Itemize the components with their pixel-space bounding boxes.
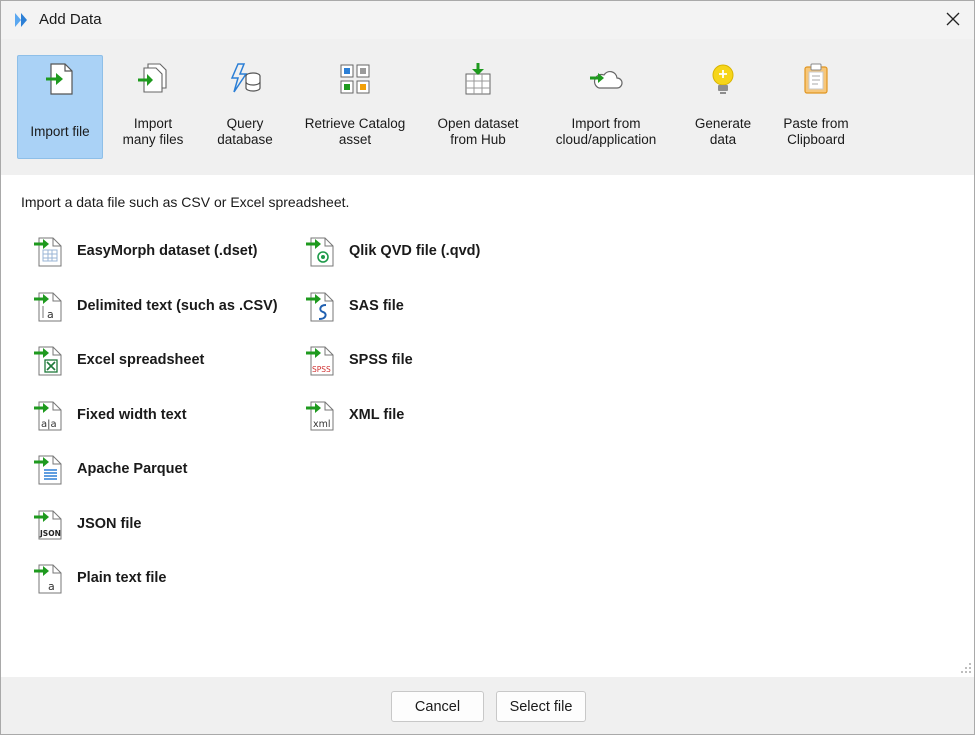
csv-file-icon: a	[34, 292, 62, 322]
fixed-width-file-icon: a|a	[34, 401, 62, 431]
file-type-label: XML file	[349, 407, 405, 423]
window-title: Add Data	[39, 11, 102, 28]
file-type-label: Apache Parquet	[77, 461, 188, 477]
file-type-fixed-width[interactable]: a|a Fixed width text	[33, 395, 187, 435]
xml-icon-glyph: xml	[313, 419, 331, 430]
file-type-excel[interactable]: Excel spreadsheet	[33, 340, 204, 380]
file-type-label: JSON file	[77, 516, 142, 532]
ribbon-button-label: Paste from Clipboard	[783, 116, 849, 147]
app-logo-icon	[15, 13, 27, 27]
file-type-label: Fixed width text	[77, 407, 187, 423]
ribbon-button-label: Query database	[217, 116, 273, 147]
file-type-label: Plain text file	[77, 570, 167, 586]
file-type-qvd[interactable]: Qlik QVD file (.qvd)	[305, 231, 480, 271]
lightbulb-icon	[706, 62, 740, 96]
ribbon-button-label: Open dataset from Hub	[437, 116, 519, 147]
ribbon-paste-clipboard-button[interactable]: Paste from Clipboard	[775, 55, 857, 159]
import-file-icon	[43, 62, 77, 96]
spss-file-icon: SPSS	[306, 346, 334, 376]
file-type-dset[interactable]: EasyMorph dataset (.dset)	[33, 231, 258, 271]
ribbon-button-label: Generate data	[694, 116, 752, 147]
ribbon-button-label: Retrieve Catalog asset	[304, 116, 406, 147]
file-type-label: Delimited text (such as .CSV)	[77, 298, 278, 314]
ribbon-import-many-files-button[interactable]: Import many files	[113, 55, 193, 159]
text-icon-glyph: a	[48, 580, 55, 593]
add-data-dialog: Add Data Import file Import many files Q…	[0, 0, 975, 735]
section-description: Import a data file such as CSV or Excel …	[21, 194, 350, 210]
cloud-import-icon	[589, 62, 623, 96]
dset-file-icon	[34, 237, 62, 267]
spss-icon-glyph: SPSS	[312, 365, 331, 374]
file-type-json[interactable]: JSON JSON file	[33, 504, 141, 544]
ribbon-button-label: Import file	[30, 124, 90, 139]
import-many-files-icon	[136, 62, 170, 96]
source-type-ribbon: Import file Import many files Query data…	[1, 39, 974, 175]
file-type-label: EasyMorph dataset (.dset)	[77, 243, 258, 259]
ribbon-open-hub-dataset-button[interactable]: Open dataset from Hub	[431, 55, 525, 159]
ribbon-query-database-button[interactable]: Query database	[205, 55, 285, 159]
fixed-width-icon-glyph: a|a	[41, 419, 57, 430]
cancel-button[interactable]: Cancel	[391, 691, 484, 722]
title-bar: Add Data	[1, 1, 974, 39]
close-icon	[946, 12, 960, 26]
csv-icon-glyph: a	[47, 308, 54, 321]
text-file-icon: a	[34, 564, 62, 594]
close-button[interactable]	[936, 3, 970, 35]
clipboard-icon	[799, 62, 833, 96]
xml-file-icon: xml	[306, 401, 334, 431]
query-database-icon	[228, 62, 262, 96]
json-icon-glyph: JSON	[39, 529, 61, 538]
file-type-xml[interactable]: xml XML file	[305, 395, 404, 435]
sas-file-icon	[306, 292, 334, 322]
resize-grip-icon[interactable]	[960, 662, 972, 674]
parquet-file-icon	[34, 455, 62, 485]
file-type-delimited[interactable]: a Delimited text (such as .CSV)	[33, 286, 278, 326]
file-type-parquet[interactable]: Apache Parquet	[33, 449, 187, 489]
ribbon-import-file-button[interactable]: Import file	[17, 55, 103, 159]
file-type-plain-text[interactable]: a Plain text file	[33, 558, 166, 598]
dialog-footer: Cancel Select file	[1, 677, 974, 734]
ribbon-generate-data-button[interactable]: Generate data	[689, 55, 757, 159]
file-type-label: Qlik QVD file (.qvd)	[349, 243, 481, 259]
ribbon-retrieve-catalog-button[interactable]: Retrieve Catalog asset	[299, 55, 411, 159]
excel-file-icon	[34, 346, 62, 376]
qvd-file-icon	[306, 237, 334, 267]
ribbon-import-cloud-button[interactable]: Import from cloud/application	[545, 55, 667, 159]
file-type-spss[interactable]: SPSS SPSS file	[305, 340, 413, 380]
hub-dataset-icon	[461, 62, 495, 96]
file-type-label: SAS file	[349, 298, 404, 314]
file-type-label: SPSS file	[349, 352, 413, 368]
file-type-sas[interactable]: SAS file	[305, 286, 404, 326]
json-file-icon: JSON	[34, 510, 62, 540]
catalog-asset-icon	[338, 62, 372, 96]
ribbon-button-label: Import many files	[122, 116, 184, 147]
file-type-label: Excel spreadsheet	[77, 352, 205, 368]
ribbon-button-label: Import from cloud/application	[555, 116, 657, 147]
select-file-button[interactable]: Select file	[496, 691, 586, 722]
